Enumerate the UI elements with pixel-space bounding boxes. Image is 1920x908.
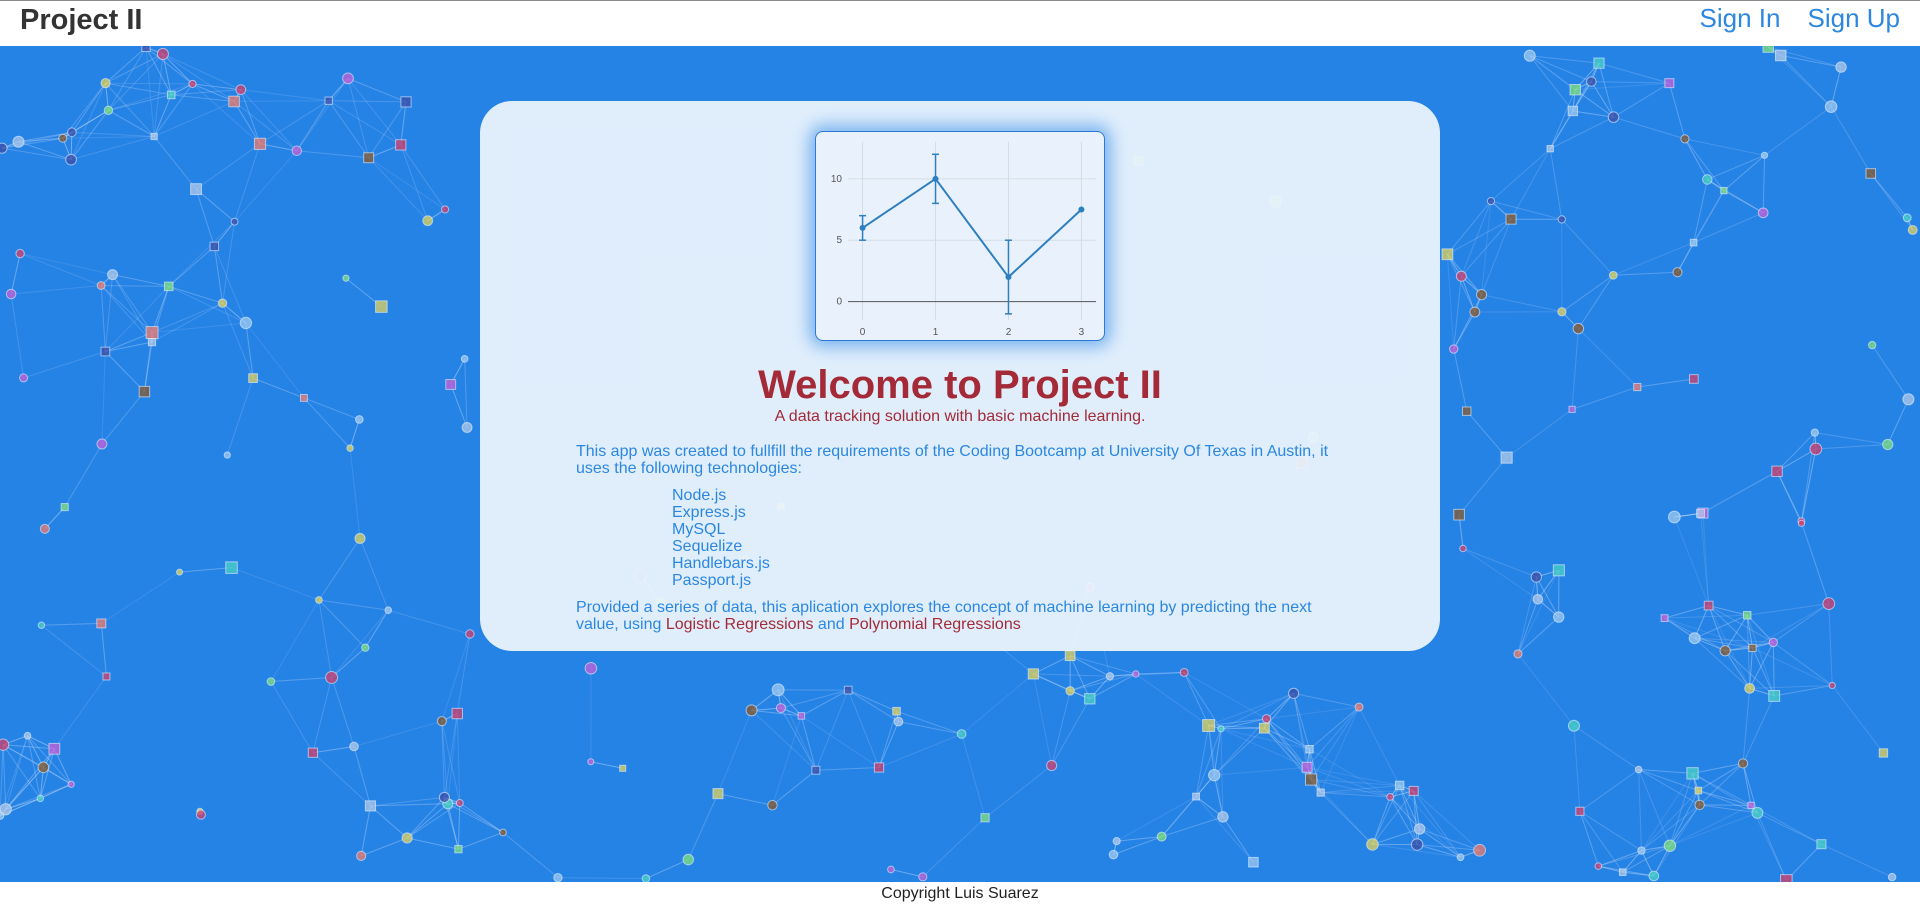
technology-item: Node.js: [672, 487, 727, 504]
technology-item: Passport.js: [672, 572, 752, 589]
network-background: 0 1 2 3 0 5 10 Welcome to Project II A data tr…: [0, 46, 1920, 882]
data-point: [859, 224, 866, 231]
series-line: [862, 177, 1083, 279]
y-tick-label: 10: [831, 174, 843, 185]
technology-item: Sequelize: [672, 538, 743, 555]
auth-nav: Sign In Sign Up: [1700, 3, 1900, 34]
page-subtitle: A data tracking solution with basic mach…: [774, 408, 1146, 425]
data-point: [932, 175, 939, 182]
line-chart-svg: 0 1 2 3 0 5 10: [831, 142, 1096, 338]
page-footer: Copyright Luis Suarez: [0, 882, 1920, 908]
technology-item: MySQL: [672, 521, 726, 538]
technology-list: Node.js Express.js MySQL Sequelize Handlebar…: [672, 487, 770, 589]
welcome-card: 0 1 2 3 0 5 10 Welcome to Project II A data tr…: [480, 101, 1440, 651]
outro-conjunction: and: [817, 616, 845, 633]
intro-paragraph: This app was created to fullfill the req…: [576, 443, 1329, 477]
polynomial-regressions-text: Polynomial Regressions: [849, 616, 1021, 633]
top-navbar: Project II Sign In Sign Up: [0, 0, 1920, 46]
sign-in-link[interactable]: Sign In: [1700, 3, 1781, 34]
sign-up-link[interactable]: Sign Up: [1808, 3, 1901, 34]
data-point: [1005, 274, 1012, 281]
brand-logo-link[interactable]: Project II: [20, 4, 143, 37]
sample-chart: 0 1 2 3 0 5 10: [815, 131, 1105, 341]
logistic-regressions-text: Logistic Regressions: [665, 616, 814, 633]
technology-item: Express.js: [672, 504, 746, 521]
technology-item: Handlebars.js: [672, 555, 770, 572]
copyright-text: Copyright Luis Suarez: [881, 885, 1039, 902]
y-tick-label: 0: [836, 297, 842, 308]
data-point: [1078, 206, 1085, 213]
x-tick-label: 1: [933, 327, 939, 338]
outro-paragraph: Provided a series of data, this aplicati…: [576, 599, 1346, 633]
x-tick-label: 2: [1006, 327, 1012, 338]
x-tick-label: 3: [1079, 327, 1085, 338]
y-tick-label: 5: [836, 235, 842, 246]
page-title: Welcome to Project II: [758, 363, 1162, 407]
x-tick-label: 0: [860, 327, 866, 338]
